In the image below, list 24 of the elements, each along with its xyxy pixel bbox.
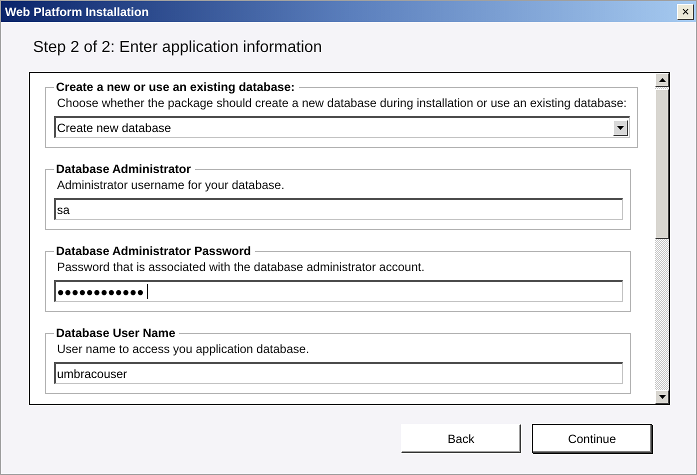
scroll-up-button[interactable]: [655, 73, 669, 87]
group-title: Database User Name: [55, 326, 176, 340]
back-button[interactable]: Back: [401, 424, 521, 453]
scroll-down-button[interactable]: [655, 390, 669, 404]
down-arrow-icon: [658, 395, 666, 399]
password-field[interactable]: ●●●●●●●●●●●●: [54, 280, 623, 302]
group-title: Create a new or use an existing database:: [55, 80, 296, 94]
field-description: Administrator username for your database.: [57, 178, 286, 192]
text-field[interactable]: sa: [54, 198, 623, 220]
database-dropdown[interactable]: Create new database: [54, 116, 630, 138]
field-description: Choose whether the package should create a new database during installation or use an existing database:: [57, 96, 628, 110]
field-description: Password that is associated with the database administrator account.: [57, 260, 426, 274]
group-title: Database Administrator Password: [55, 244, 252, 258]
window-title: Web Platform Installation: [5, 4, 149, 18]
scrollbar[interactable]: [655, 73, 669, 404]
close-button[interactable]: ×: [677, 4, 694, 20]
text-field[interactable]: umbracouser: [54, 362, 623, 384]
step-heading: Step 2 of 2: Enter application information: [33, 39, 324, 58]
scroll-thumb[interactable]: [655, 89, 669, 239]
group-title: Database Administrator: [55, 162, 192, 176]
dropdown-arrow-icon: [617, 126, 624, 130]
field-description: User name to access you application database.: [57, 342, 310, 356]
continue-button[interactable]: Continue: [532, 424, 652, 453]
up-arrow-icon: [658, 78, 666, 82]
